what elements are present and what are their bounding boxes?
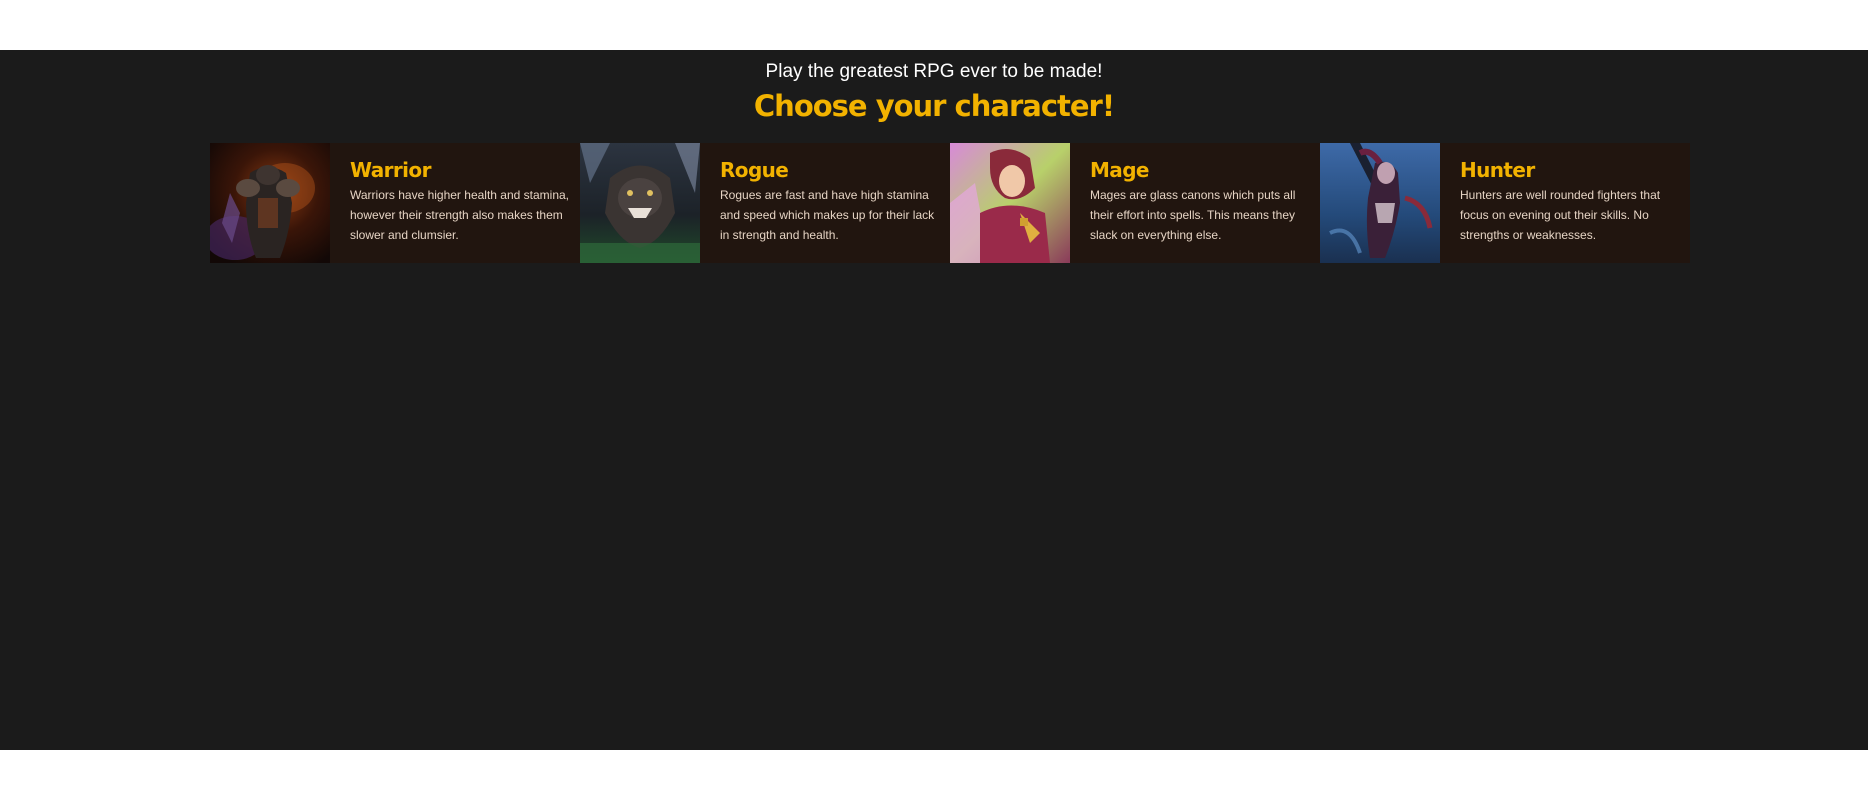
main-stage: Play the greatest RPG ever to be made! C… bbox=[0, 50, 1868, 750]
hunter-portrait bbox=[1320, 143, 1440, 263]
warrior-portrait bbox=[210, 143, 330, 263]
rogue-portrait bbox=[580, 143, 700, 263]
character-name: Hunter bbox=[1460, 158, 1535, 182]
character-list: Warrior Warriors have higher health and … bbox=[210, 143, 1690, 263]
character-description: Hunters are well rounded fighters that f… bbox=[1460, 188, 1661, 242]
character-name: Warrior bbox=[350, 158, 431, 182]
character-name: Mage bbox=[1090, 158, 1149, 182]
character-name: Rogue bbox=[720, 158, 789, 182]
character-info: Warrior Warriors have higher health and … bbox=[330, 143, 580, 263]
character-description: Rogues are fast and have high stamina an… bbox=[720, 188, 935, 242]
character-description: Mages are glass canons which puts all th… bbox=[1090, 188, 1296, 242]
character-card-warrior[interactable]: Warrior Warriors have higher health and … bbox=[210, 143, 580, 263]
character-info: Rogue Rogues are fast and have high stam… bbox=[700, 143, 950, 263]
character-info: Mage Mages are glass canons which puts a… bbox=[1070, 143, 1320, 263]
character-info: Hunter Hunters are well rounded fighters… bbox=[1440, 143, 1690, 263]
tagline: Play the greatest RPG ever to be made! bbox=[765, 61, 1103, 82]
page-title: Choose your character! bbox=[753, 89, 1115, 123]
character-card-mage[interactable]: Mage Mages are glass canons which puts a… bbox=[950, 143, 1320, 263]
character-card-rogue[interactable]: Rogue Rogues are fast and have high stam… bbox=[580, 143, 950, 263]
character-description: Warriors have higher health and stamina,… bbox=[350, 188, 569, 242]
mage-portrait bbox=[950, 143, 1070, 263]
character-card-hunter[interactable]: Hunter Hunters are well rounded fighters… bbox=[1320, 143, 1690, 263]
